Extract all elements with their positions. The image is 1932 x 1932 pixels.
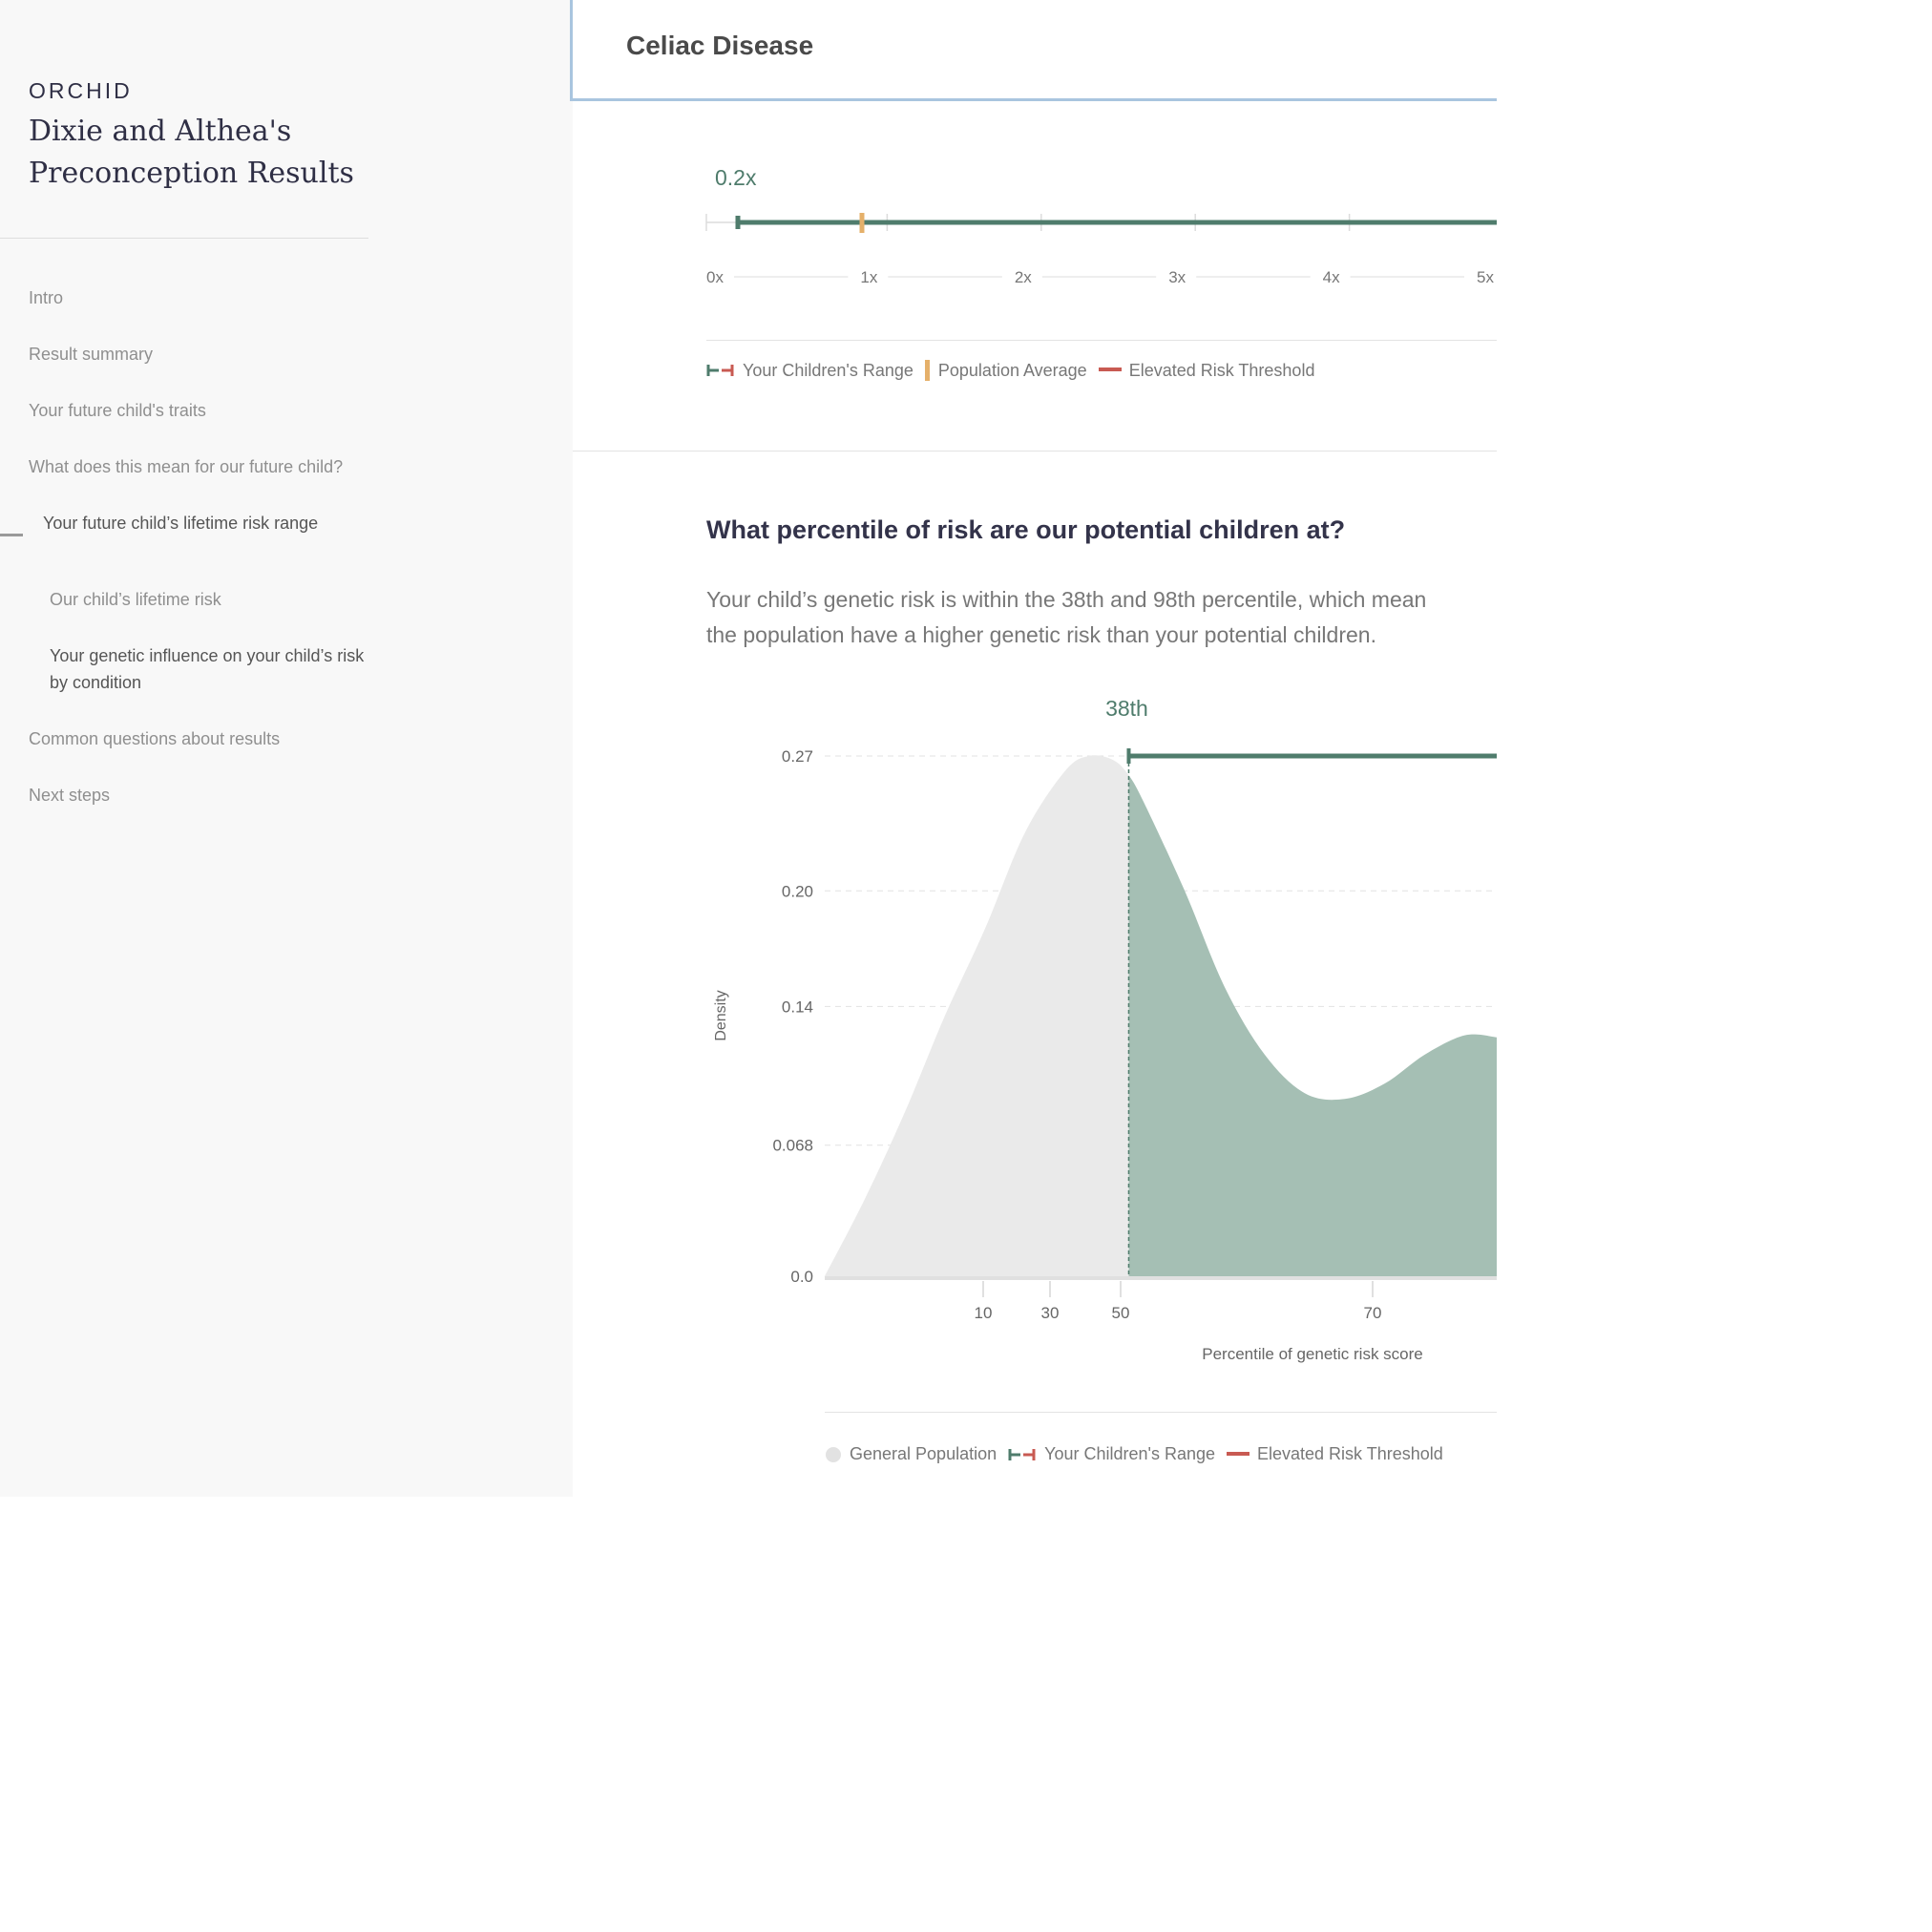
percentile-description: Your child’s genetic risk is within the … bbox=[706, 582, 1565, 653]
threshold-legend-icon bbox=[1227, 1451, 1250, 1456]
legend-elevated-threshold-label: Elevated Risk Threshold bbox=[1257, 1444, 1443, 1463]
risk-legend-divider bbox=[706, 340, 1497, 341]
x-tick-label: 70 bbox=[1364, 1304, 1382, 1322]
y-axis-label: Density bbox=[713, 990, 729, 1040]
nav-item-child-lifetime-risk[interactable]: Our child’s lifetime risk bbox=[50, 586, 221, 613]
legend-children-range-label: Your Children's Range bbox=[1044, 1444, 1215, 1463]
legend-average-label: Population Average bbox=[937, 360, 1087, 380]
legend-general-population-label: General Population bbox=[850, 1444, 998, 1463]
range-start-label: 38th bbox=[1105, 696, 1148, 721]
nav-item-meaning[interactable]: What does this mean for our future child… bbox=[29, 453, 343, 480]
x-axis-label: Percentile of genetic risk score bbox=[1202, 1345, 1423, 1363]
x-tick-label: 50 bbox=[1112, 1304, 1130, 1322]
average-legend-icon bbox=[924, 360, 930, 381]
risk-value-label: 0.2x bbox=[715, 165, 757, 190]
nav-item-common-questions[interactable]: Common questions about results bbox=[29, 725, 280, 752]
nav-item-traits[interactable]: Your future child's traits bbox=[29, 397, 206, 424]
legend-range-label: Your Children's Range bbox=[743, 360, 914, 380]
risk-axis-tick-label: 4x bbox=[1323, 268, 1340, 286]
risk-axis-tick-label: 5x bbox=[1477, 268, 1494, 286]
sidebar: ORCHID Dixie and Althea's Preconception … bbox=[0, 0, 573, 1497]
density-legend: General Population Your Children's Range… bbox=[825, 1444, 1455, 1464]
nav-item-result-summary[interactable]: Result summary bbox=[29, 341, 153, 368]
sidebar-divider bbox=[0, 238, 368, 239]
nav-item-next-steps[interactable]: Next steps bbox=[29, 782, 110, 808]
x-tick-label: 30 bbox=[1041, 1304, 1060, 1322]
population-legend-icon bbox=[826, 1446, 841, 1462]
range-legend-icon bbox=[706, 365, 734, 376]
x-tick-label: 10 bbox=[975, 1304, 993, 1322]
percentile-heading: What percentile of risk are our potentia… bbox=[706, 515, 1346, 544]
sticky-header: Celiac Disease bbox=[570, 0, 1497, 101]
risk-axis-tick-label: 2x bbox=[1015, 268, 1032, 286]
risk-axis-tick-label: 0x bbox=[706, 268, 724, 286]
y-tick-label: 0.0 bbox=[790, 1268, 813, 1286]
legend-general-population: General Population bbox=[825, 1444, 997, 1464]
threshold-legend-icon bbox=[1098, 368, 1122, 371]
legend-children-range: Your Children's Range bbox=[1008, 1444, 1215, 1464]
density-legend-divider bbox=[825, 1412, 1497, 1413]
risk-legend: Your Children's Range Population Average… bbox=[706, 360, 1326, 381]
legend-average: Population Average bbox=[924, 360, 1087, 381]
y-tick-label: 0.14 bbox=[782, 998, 813, 1016]
y-tick-label: 0.20 bbox=[782, 882, 813, 900]
condition-title: Celiac Disease bbox=[626, 31, 814, 60]
range-legend-icon bbox=[1008, 1448, 1036, 1460]
nav-item-intro[interactable]: Intro bbox=[29, 284, 63, 311]
risk-axis-tick-label: 3x bbox=[1168, 268, 1186, 286]
legend-range: Your Children's Range bbox=[706, 361, 914, 381]
report-title: Dixie and Althea's Preconception Results bbox=[29, 115, 354, 190]
percentile-description-line-2: the population have a higher genetic ris… bbox=[706, 622, 1376, 647]
section-divider bbox=[573, 451, 1497, 452]
brand-logo[interactable]: ORCHID bbox=[29, 78, 133, 104]
percentile-description-line-1: Your child’s genetic risk is within the … bbox=[706, 587, 1427, 612]
risk-axis-tick-label: 1x bbox=[860, 268, 877, 286]
nav-item-genetic-influence[interactable]: Your genetic influence on your child’s r… bbox=[50, 642, 365, 696]
legend-threshold: Elevated Risk Threshold bbox=[1098, 360, 1315, 381]
y-tick-label: 0.27 bbox=[782, 747, 813, 766]
active-nav-marker bbox=[0, 534, 23, 536]
nav-item-lifetime-risk-range[interactable]: Your future child’s lifetime risk range bbox=[43, 510, 320, 536]
y-tick-label: 0.068 bbox=[772, 1137, 813, 1155]
legend-elevated-threshold: Elevated Risk Threshold bbox=[1227, 1444, 1443, 1464]
percentile-density-chart: 0.27 0.20 0.14 0.068 0.0 38th 10 30 50 70 Percenti… bbox=[713, 696, 1497, 1363]
relative-risk-chart: 0.2x 0x 1x 2x 3x 4x 5x bbox=[705, 165, 1497, 286]
legend-threshold-label: Elevated Risk Threshold bbox=[1128, 360, 1315, 380]
